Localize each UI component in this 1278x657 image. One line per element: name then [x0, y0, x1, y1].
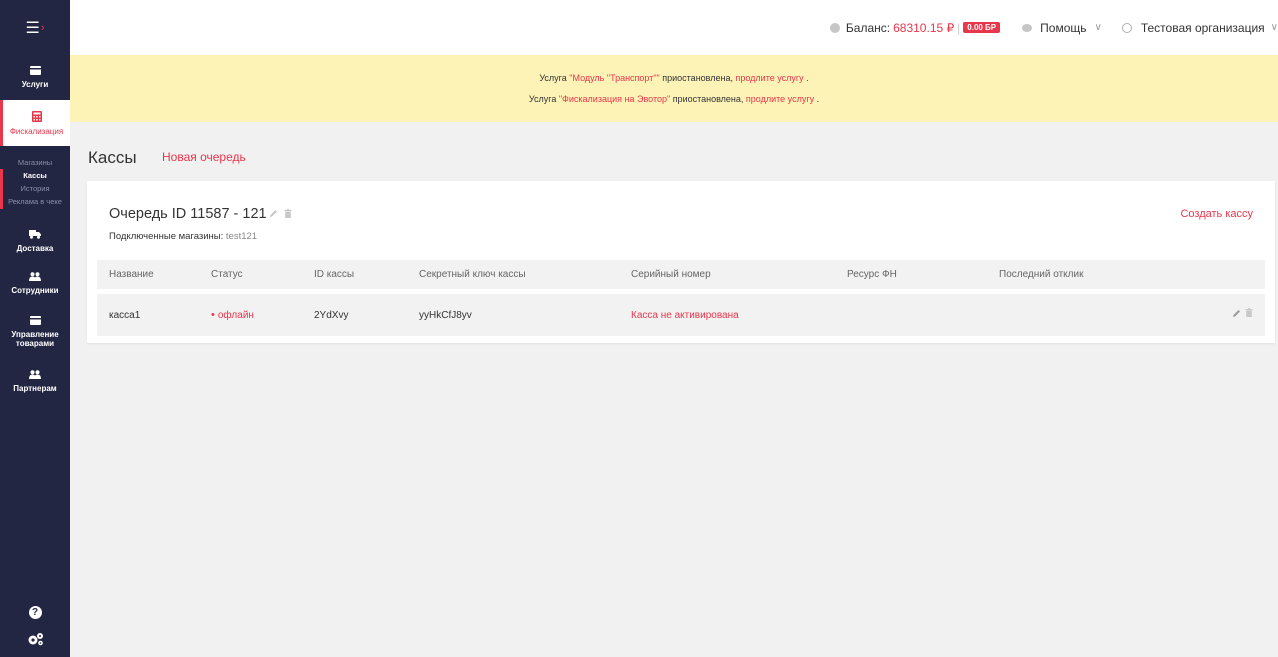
users-icon: [29, 369, 41, 379]
queue-card: Очередь ID 11587 - 121 Подключенные мага…: [87, 181, 1275, 343]
sidebar-item-label: Услуги: [21, 80, 49, 89]
status-text: офлайн: [217, 309, 254, 321]
table-row[interactable]: касса1 • офлайн 2YdXvy yyHkCfJ8yv Касса н…: [97, 294, 1265, 336]
new-queue-link[interactable]: Новая очередь: [162, 150, 246, 164]
banner-text: приостановлена,: [670, 94, 746, 104]
sidebar: ☰ › Услуги Фискализация Магазины Кассы Ис…: [0, 0, 70, 657]
banner-text: приостановлена,: [659, 73, 736, 83]
chevron-down-icon: ∨: [1094, 22, 1102, 33]
top-bar: Баланс: 68310.15 ₽ | 0.00 БР Помощь ∨ Те…: [70, 0, 1278, 55]
banner-text: .: [803, 73, 809, 83]
submenu-item-reklama[interactable]: Реклама в чеке: [0, 195, 70, 208]
sidebar-item-label: Управление товарами: [11, 330, 59, 348]
pencil-icon[interactable]: [269, 209, 278, 218]
help-label: Помощь: [1040, 20, 1087, 35]
sidebar-item-fiskalizatsiya[interactable]: Фискализация: [0, 100, 70, 146]
sidebar-item-label: Фискализация: [9, 126, 64, 136]
sidebar-item-upravlenie-tovarami[interactable]: Управление товарами: [0, 306, 70, 358]
question-icon: ?: [28, 605, 42, 619]
sidebar-item-sotrudniki[interactable]: Сотрудники: [0, 260, 70, 306]
column-header: Последний отклик: [999, 269, 1084, 280]
column-header: Название: [109, 269, 154, 280]
trash-icon[interactable]: [284, 209, 292, 218]
users-icon: [29, 271, 41, 281]
page-title: Кассы: [88, 148, 137, 167]
balance-value[interactable]: 68310.15 ₽: [893, 21, 954, 35]
kassa-name: касса1: [109, 309, 141, 321]
banner-line: Услуга "Модуль "Транспорт"" приостановле…: [70, 73, 1278, 83]
connected-stores-value[interactable]: test121: [223, 231, 257, 242]
create-kassa-link[interactable]: Создать кассу: [1180, 208, 1253, 220]
renew-service-link[interactable]: продлите услугу: [735, 73, 803, 83]
serial-number: Касса не активирована: [631, 309, 739, 321]
sidebar-item-partneram[interactable]: Партнерам: [0, 358, 70, 404]
sidebar-item-label: Доставка: [16, 243, 54, 253]
sidebar-item-uslugi[interactable]: Услуги: [0, 55, 70, 100]
sidebar-submenu: Магазины Кассы История Реклама в чеке: [0, 146, 70, 214]
column-header: Статус: [211, 269, 243, 280]
submenu-item-kassy[interactable]: Кассы: [0, 169, 70, 182]
organization-name: Тестовая организация: [1140, 20, 1265, 35]
status-dot-icon: •: [211, 309, 215, 321]
chevron-down-icon: ∨: [1270, 22, 1278, 33]
card-icon: [29, 66, 41, 75]
queue-title: Очередь ID 11587 - 121: [109, 206, 267, 222]
menu-toggle-button[interactable]: ☰ ›: [0, 0, 70, 55]
column-header: Ресурс ФН: [847, 269, 897, 280]
service-link[interactable]: "Модуль "Транспорт"": [569, 73, 659, 83]
banner-text: Услуга: [528, 94, 559, 104]
banner-line: Услуга "Фискализация на Эвотор" приостан…: [70, 94, 1278, 104]
organization-dropdown[interactable]: Тестовая организация ∨: [1121, 20, 1278, 35]
calculator-icon: [31, 110, 42, 122]
sidebar-item-label: Сотрудники: [11, 285, 59, 295]
status-badge: • офлайн: [211, 294, 254, 336]
sidebar-item-dostavka[interactable]: Доставка: [0, 214, 70, 260]
secret-key: yyHkCfJ8yv: [419, 309, 472, 321]
card-icon: [29, 316, 41, 325]
coin-icon: [829, 22, 840, 33]
settings-button[interactable]: [0, 627, 70, 657]
connected-stores-label: Подключенные магазины:: [109, 231, 224, 242]
renew-service-link[interactable]: продлите услугу: [746, 94, 814, 104]
pencil-icon[interactable]: [1232, 308, 1241, 318]
connected-stores: Подключенные магазины: test121: [109, 231, 257, 242]
balance-label: Баланс:: [845, 20, 891, 35]
chat-icon: [1022, 23, 1033, 32]
column-header: Секретный ключ кассы: [419, 269, 526, 280]
truck-icon: [29, 229, 41, 239]
sidebar-item-label: Партнерам: [13, 383, 57, 393]
submenu-item-magaziny[interactable]: Магазины: [0, 156, 70, 169]
service-link[interactable]: "Фискализация на Эвотор": [559, 94, 670, 104]
column-header: ID кассы: [314, 269, 355, 280]
user-icon: [1121, 22, 1132, 33]
trash-icon[interactable]: [1245, 308, 1253, 317]
balance-separator: |: [957, 20, 961, 35]
column-header: Серийный номер: [631, 269, 711, 280]
banner-text: Услуга: [539, 73, 570, 83]
help-button[interactable]: ?: [0, 597, 70, 627]
hamburger-icon: ☰: [25, 19, 40, 37]
help-dropdown[interactable]: Помощь ∨: [1022, 21, 1102, 35]
table-header: Название Статус ID кассы Секретный ключ …: [97, 260, 1265, 289]
banner-text: .: [814, 94, 820, 104]
bonus-badge[interactable]: 0.00 БР: [963, 22, 1001, 33]
submenu-item-istoriya[interactable]: История: [0, 182, 70, 195]
suspension-banner: Услуга "Модуль "Транспорт"" приостановле…: [70, 55, 1278, 122]
kassa-id: 2YdXvy: [314, 309, 349, 321]
gears-icon: [28, 633, 43, 646]
chevron-right-icon: ›: [40, 21, 45, 34]
